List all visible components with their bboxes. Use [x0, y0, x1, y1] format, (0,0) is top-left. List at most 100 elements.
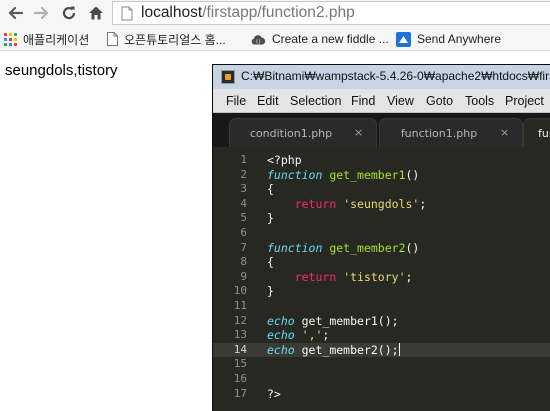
code-text: echo get_member2();: [267, 342, 400, 358]
code-line[interactable]: 5}: [213, 211, 550, 226]
menu-project[interactable]: Project: [505, 94, 544, 108]
cloud-icon: {}: [251, 34, 266, 45]
line-number: 12: [233, 313, 247, 327]
window-title-bar[interactable]: C:₩Bitnami₩wampstack-5.4.26-0₩apache2₩ht…: [213, 65, 550, 89]
tab-close-icon[interactable]: ×: [500, 126, 509, 139]
arrow-left-icon: [8, 6, 23, 20]
code-line[interactable]: 14 echo get_member2();: [213, 342, 550, 358]
line-number: 7: [240, 240, 247, 254]
window-title: C:₩Bitnami₩wampstack-5.4.26-0₩apache2₩ht…: [241, 69, 550, 83]
url-path: /firstapp/function2.php: [202, 4, 355, 21]
code-token: ',': [301, 328, 323, 343]
line-number: 10: [233, 284, 247, 298]
send-anywhere-icon: [396, 31, 411, 47]
code-token: echo: [267, 328, 295, 343]
code-line[interactable]: 16: [213, 372, 550, 387]
code-token: get_member2();: [294, 342, 399, 357]
menu-view[interactable]: View: [387, 94, 414, 108]
code-token: ?>: [267, 386, 281, 401]
code-token: {: [267, 182, 274, 197]
home-icon: [89, 6, 103, 20]
url-host: localhost: [141, 4, 203, 21]
code-text: {: [267, 182, 274, 197]
line-number: 16: [233, 372, 247, 385]
code-token: function: [267, 240, 323, 255]
code-line[interactable]: 1 <?php: [213, 153, 550, 168]
code-token: echo: [267, 313, 295, 328]
code-line[interactable]: 13 echo ',';: [213, 328, 550, 343]
tab-function2[interactable]: func: [523, 118, 550, 147]
code-line[interactable]: 8{: [213, 255, 550, 270]
code-token: <?php: [267, 153, 302, 167]
code-token: (): [405, 167, 420, 182]
bookmark-opentutorials[interactable]: 오픈튜토리얼스 홈...: [107, 30, 226, 48]
bookmark-label: 오픈튜토리얼스 홈...: [124, 32, 226, 47]
code-token: get_member2: [329, 240, 406, 255]
home-button[interactable]: [85, 3, 107, 23]
code-line[interactable]: 12 echo get_member1();: [213, 314, 550, 329]
menu-goto[interactable]: Goto: [426, 94, 453, 108]
bookmark-label: Create a new fiddle ...: [272, 32, 389, 46]
code-token: get_member1();: [294, 313, 399, 328]
code-text: return 'tistory';: [267, 269, 413, 285]
tab-label: condition1.php: [249, 127, 333, 140]
code-token: {: [267, 255, 274, 270]
code-line[interactable]: 11: [213, 299, 550, 314]
tab-function1[interactable]: function1.php ×: [379, 118, 523, 147]
menu-selection[interactable]: Selection: [290, 94, 341, 108]
menu-edit[interactable]: Edit: [257, 94, 279, 108]
code-token: ;: [405, 269, 413, 284]
menu-tools[interactable]: Tools: [465, 94, 494, 108]
sublime-text-window: C:₩Bitnami₩wampstack-5.4.26-0₩apache2₩ht…: [212, 64, 550, 411]
tab-condition1[interactable]: condition1.php ×: [229, 118, 377, 147]
apps-grid-icon: [4, 32, 17, 46]
bookmarks-bar: 애플리케이션 오픈튜토리얼스 홈... {} Create a new fidd…: [0, 27, 550, 51]
code-text: function get_member1(): [267, 168, 419, 183]
bookmark-label: Send Anywhere: [417, 32, 502, 46]
line-number: 15: [233, 357, 247, 371]
line-number: 8: [240, 255, 247, 269]
code-token: function: [267, 167, 323, 182]
bookmark-apps[interactable]: 애플리케이션: [4, 30, 89, 48]
arrow-right-icon: [34, 6, 49, 20]
bookmark-jsfiddle[interactable]: {} Create a new fiddle ...: [251, 30, 389, 48]
tab-close-icon[interactable]: ×: [354, 126, 363, 139]
code-token: 'tistory': [343, 269, 406, 284]
code-line[interactable]: 17 ?>: [213, 387, 550, 402]
code-line[interactable]: 4 return 'seungdols';: [213, 197, 550, 212]
code-token: return: [294, 196, 337, 211]
code-line[interactable]: 15: [213, 357, 550, 372]
code-line[interactable]: 2 function get_member1(): [213, 168, 550, 183]
line-number: 5: [240, 211, 247, 225]
forward-button[interactable]: [31, 3, 53, 23]
line-number: 17: [233, 386, 247, 400]
sublime-app-icon: [221, 70, 235, 84]
code-text: }: [267, 211, 274, 226]
back-button[interactable]: [4, 3, 26, 23]
reload-button[interactable]: [58, 3, 80, 23]
line-number: 9: [240, 269, 247, 283]
code-text: {: [267, 255, 274, 270]
tab-label: func: [538, 127, 550, 140]
line-number: 2: [240, 167, 247, 181]
address-bar[interactable]: localhost/firstapp/function2.php: [112, 1, 550, 25]
code-line[interactable]: 6: [213, 226, 550, 241]
text-cursor: [398, 342, 400, 356]
php-output-text: seungdols,tistory: [5, 62, 118, 79]
code-editor[interactable]: 1 <?php 2 function get_member1() 3{4 return …: [213, 147, 550, 411]
code-token: echo: [267, 342, 295, 357]
code-text: echo ',';: [267, 328, 329, 343]
code-line[interactable]: 9 return 'tistory';: [213, 270, 550, 285]
code-line[interactable]: 3{: [213, 182, 550, 197]
code-line[interactable]: 7 function get_member2(): [213, 241, 550, 256]
code-line[interactable]: 10}: [213, 284, 550, 299]
menu-file[interactable]: File: [226, 94, 246, 108]
bookmark-send-anywhere[interactable]: Send Anywhere: [396, 30, 501, 48]
line-number: 1: [240, 153, 247, 166]
url-text: localhost/firstapp/function2.php: [141, 4, 355, 22]
code-token: ;: [322, 328, 330, 343]
code-text: <?php: [267, 153, 302, 168]
line-number: 3: [240, 182, 247, 196]
menu-find[interactable]: Find: [351, 94, 375, 108]
code-text: function get_member2(): [267, 241, 419, 256]
